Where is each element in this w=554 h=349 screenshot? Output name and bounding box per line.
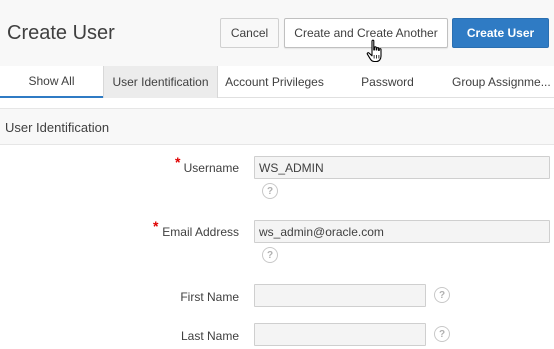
required-marker: *	[153, 218, 159, 234]
help-icon[interactable]: ?	[262, 247, 278, 263]
username-field[interactable]: WS_ADMIN	[254, 156, 550, 179]
last-name-label: Last Name	[180, 329, 239, 343]
tab-bar: Show All User Identification Account Pri…	[0, 66, 554, 98]
tab-user-identification[interactable]: User Identification	[103, 66, 218, 98]
email-field[interactable]: ws_admin@oracle.com	[254, 220, 550, 243]
tab-group-assignments[interactable]: Group Assignme...	[444, 66, 554, 98]
help-icon[interactable]: ?	[262, 183, 278, 199]
cancel-button[interactable]: Cancel	[220, 18, 279, 48]
page-title: Create User	[7, 22, 115, 44]
first-name-label: First Name	[180, 290, 239, 304]
required-marker: *	[175, 154, 181, 170]
region-title: User Identification	[5, 120, 110, 135]
username-label: Username	[183, 161, 239, 175]
page-header: Create User Cancel Create and Create Ano…	[0, 0, 554, 66]
last-name-field[interactable]	[254, 323, 426, 346]
email-label: Email Address	[162, 225, 239, 239]
tab-account-privileges[interactable]: Account Privileges	[218, 66, 331, 98]
create-user-button[interactable]: Create User	[452, 18, 549, 48]
tab-show-all[interactable]: Show All	[0, 66, 103, 98]
help-icon[interactable]: ?	[434, 326, 450, 342]
tab-password[interactable]: Password	[331, 66, 444, 98]
first-name-field[interactable]	[254, 284, 426, 307]
hand-pointer-icon	[366, 39, 382, 63]
region-header: User Identification	[0, 108, 554, 145]
help-icon[interactable]: ?	[434, 287, 450, 303]
